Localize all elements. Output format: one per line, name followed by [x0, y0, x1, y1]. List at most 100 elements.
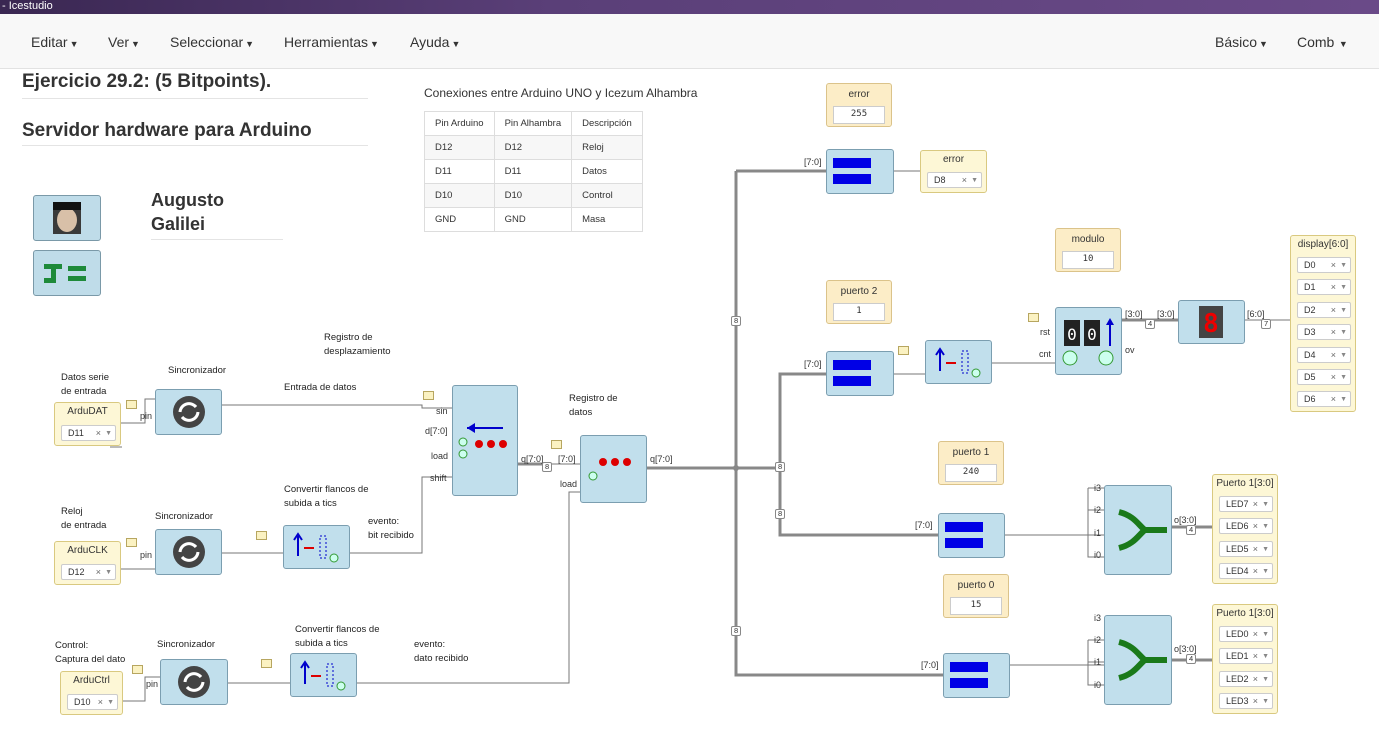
equals-icon [833, 360, 871, 370]
pin-select[interactable]: D1 × ▼ [1297, 279, 1351, 295]
window-title: - Icestudio [2, 0, 53, 12]
input-pin-arductrl[interactable]: ArduCtrl D10 × ▼ [60, 671, 123, 715]
constant-puerto0[interactable]: puerto 0 15 [943, 574, 1009, 618]
author-photo-block[interactable] [33, 195, 101, 241]
divider [22, 145, 368, 146]
pin-select[interactable]: D0 × ▼ [1297, 257, 1351, 273]
pin-select[interactable]: LED5 × ▼ [1219, 541, 1273, 557]
counter-block[interactable]: 00 [1055, 307, 1122, 375]
edge-detector-block[interactable] [290, 653, 357, 697]
pin-select[interactable]: D2 × ▼ [1297, 302, 1351, 318]
comparator-block[interactable] [943, 653, 1010, 698]
config-box[interactable] [551, 440, 562, 449]
bus-width: 8 [731, 626, 742, 636]
config-box[interactable] [423, 391, 434, 400]
pin-select[interactable]: D4 × ▼ [1297, 347, 1351, 363]
pin-select[interactable]: D3 × ▼ [1297, 324, 1351, 340]
port-label: i1 [1094, 657, 1102, 667]
port-label: cnt [1039, 349, 1052, 359]
window-titlebar: - Icestudio [0, 0, 1379, 14]
pin-select[interactable]: LED4 × ▼ [1219, 563, 1273, 579]
synchronizer-block[interactable] [155, 389, 222, 435]
port-label: ov [1125, 345, 1135, 355]
output-pin-error[interactable]: error D8 × ▼ [920, 150, 987, 193]
shift-register-icon [458, 423, 507, 459]
port-label: [7:0] [804, 359, 822, 369]
config-box[interactable] [132, 665, 143, 674]
menu-seleccionar[interactable]: Seleccionar ▼ [170, 34, 254, 50]
input-pin-ardudat[interactable]: ArduDAT D11 × ▼ [54, 402, 121, 446]
pin-select[interactable]: LED7 × ▼ [1219, 496, 1273, 512]
design-canvas[interactable]: Ejercicio 29.2: (5 Bitpoints). Servidor … [0, 69, 1379, 739]
table-row: GND GND Masa [424, 207, 643, 232]
pin-select[interactable]: LED3 × ▼ [1219, 693, 1273, 709]
config-box[interactable] [261, 659, 272, 668]
config-box[interactable] [1028, 313, 1039, 322]
pin-select[interactable]: D10 × ▼ [67, 694, 118, 710]
menu-comb[interactable]: Comb ▼ [1297, 34, 1348, 50]
port-label: pin [140, 411, 153, 421]
mux-block[interactable] [1104, 615, 1172, 705]
comparator-block[interactable] [826, 149, 894, 194]
menu-ayuda[interactable]: Ayuda ▼ [410, 34, 460, 50]
pin-select[interactable]: D5 × ▼ [1297, 369, 1351, 385]
comparator-block[interactable] [826, 351, 894, 396]
edge-detector-block[interactable] [925, 340, 992, 384]
synchronizer-block[interactable] [160, 659, 228, 705]
output-pin-puerto1[interactable]: Puerto 1[3:0] LED7 × ▼ LED6 × ▼ LED5 × ▼ LED4 ×… [1212, 474, 1278, 584]
config-box[interactable] [256, 531, 267, 540]
pin-select[interactable]: LED1 × ▼ [1219, 648, 1273, 664]
port-label: [7:0] [558, 454, 576, 464]
menu-herramientas[interactable]: Herramientas ▼ [284, 34, 379, 50]
port-label: i3 [1094, 613, 1102, 623]
input-pin-arduclk[interactable]: ArduCLK D12 × ▼ [54, 541, 121, 585]
port-label: [7:0] [921, 660, 939, 670]
seven-seg-decoder-block[interactable]: 8 [1178, 300, 1245, 344]
col-pin-alhambra: Pin Alhambra [493, 111, 573, 136]
counter-icon: 00 [1062, 318, 1114, 366]
constant-puerto1[interactable]: puerto 1 240 [938, 441, 1004, 485]
constant-modulo[interactable]: modulo 10 [1055, 228, 1121, 272]
output-pin-display[interactable]: display[6:0] D0 × ▼ D1 × ▼ D2 × ▼ D3 × ▼ D4 × ▼ D5… [1290, 235, 1356, 412]
sync-label: Sincronizador [168, 365, 227, 376]
data-register-block[interactable] [580, 435, 647, 503]
constant-error[interactable]: error 255 [826, 83, 892, 127]
merge-icon [1118, 509, 1167, 551]
pin-select[interactable]: D8 × ▼ [927, 172, 982, 188]
comparator-block[interactable] [938, 513, 1005, 558]
bus-width: 8 [775, 462, 786, 472]
edge-detector-block[interactable] [283, 525, 350, 569]
constant-puerto2[interactable]: puerto 21 [826, 280, 892, 324]
config-box[interactable] [126, 538, 137, 547]
mux-block[interactable] [1104, 485, 1172, 575]
port-label: pin [146, 679, 159, 689]
port-label: i0 [1094, 550, 1102, 560]
output-pin-puerto0[interactable]: Puerto 1[3:0] LED0 × ▼ LED1 × ▼ LED2 × ▼ LED3 ×… [1212, 604, 1278, 714]
port-label: o[3:0] [1174, 644, 1197, 654]
pin-select[interactable]: LED6 × ▼ [1219, 518, 1273, 534]
port-label: [3:0] [1125, 309, 1143, 319]
pin-select[interactable]: D11 × ▼ [61, 425, 116, 441]
bus-width: 7 [1261, 319, 1272, 329]
menu-editar[interactable]: Editar ▼ [31, 34, 79, 50]
pin-select[interactable]: D12 × ▼ [61, 564, 116, 580]
sync-icon [173, 396, 205, 428]
menu-basico[interactable]: Básico ▼ [1215, 34, 1268, 50]
shift-register-block[interactable] [452, 385, 518, 496]
config-box[interactable] [126, 400, 137, 409]
synchronizer-block[interactable] [155, 529, 222, 575]
config-box[interactable] [898, 346, 909, 355]
edge-detector-icon [300, 660, 346, 691]
logo-block[interactable] [33, 250, 101, 296]
table-row: D10 D10 Control [424, 183, 643, 208]
sync-icon [173, 536, 205, 568]
bus-width: 4 [1186, 525, 1197, 535]
port-label: q[7:0] [521, 454, 544, 464]
pin-select[interactable]: LED2 × ▼ [1219, 671, 1273, 687]
svg-text:0: 0 [1087, 325, 1097, 344]
pin-select[interactable]: LED0 × ▼ [1219, 626, 1273, 642]
pin-select[interactable]: D6 × ▼ [1297, 391, 1351, 407]
menu-ver[interactable]: Ver ▼ [108, 34, 140, 50]
port-label: i2 [1094, 635, 1102, 645]
server-subtitle: Servidor hardware para Arduino [22, 120, 312, 141]
